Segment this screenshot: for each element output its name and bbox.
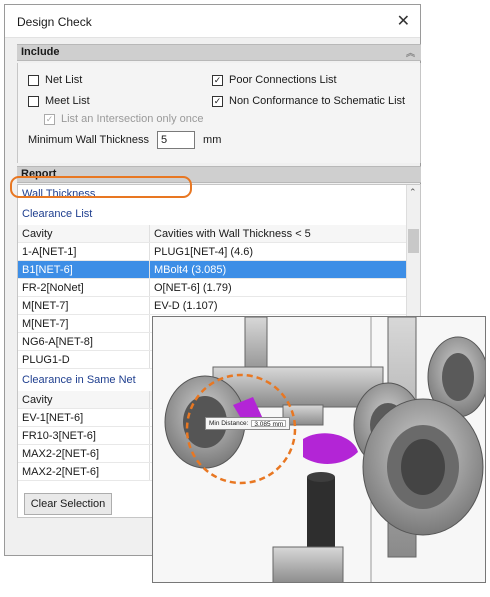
min-wall-input[interactable]: 5 [157, 131, 196, 149]
cell-cavity: MAX2-2[NET-6] [18, 445, 150, 462]
clearance-list-label: Clearance List [22, 208, 93, 220]
non-conformance-label: Non Conformance to Schematic List [229, 95, 406, 107]
wall-thickness-highlight-ring [10, 176, 192, 198]
column-header-cavity[interactable]: Cavity [18, 225, 150, 242]
table-row[interactable]: M[NET-7] EV-D (1.107) [18, 297, 406, 315]
cell-cavity: FR10-3[NET-6] [18, 427, 150, 444]
window-title: Design Check [17, 15, 92, 29]
cell-value: PLUG1[NET-4] (4.6) [154, 246, 254, 258]
checkbox-box[interactable]: ✓ [212, 95, 223, 107]
clearance-same-net-label: Clearance in Same Net [22, 374, 136, 386]
include-header-label: Include [21, 46, 60, 58]
cell-cavity: FR-2[NoNet] [18, 279, 150, 296]
tooltip-value: 3.085 mm [251, 420, 287, 428]
poor-connections-checkbox[interactable]: ✓ Poor Connections List [212, 74, 337, 86]
meet-list-label: Meet List [45, 95, 90, 107]
cell-cavity: PLUG1-D [18, 351, 150, 368]
checkbox-box: ✓ [44, 113, 55, 125]
min-wall-row: Minimum Wall Thickness 5 mm [28, 131, 221, 149]
net-list-label: Net List [45, 74, 83, 86]
cell-value: MBolt4 (3.085) [154, 264, 227, 276]
include-panel: Net List Meet List ✓ List an Intersectio… [17, 63, 421, 163]
tooltip-label: Min Distance: [209, 420, 249, 427]
title-bar: Design Check ✕ [5, 5, 420, 38]
clearance-table-header: Cavity Cavities with Wall Thickness < 5 [18, 225, 406, 243]
cell-value: O[NET-6] (1.79) [154, 282, 232, 294]
cell-value: EV-D (1.107) [154, 300, 218, 312]
non-conformance-checkbox[interactable]: ✓ Non Conformance to Schematic List [212, 95, 405, 107]
include-section-header[interactable]: Include ︽ [17, 44, 421, 61]
3d-inset-view: Min Distance: 3.085 mm [152, 316, 486, 583]
cell-cavity: 1-A[NET-1] [18, 243, 150, 260]
checkbox-box[interactable]: ✓ [212, 74, 223, 86]
scrollbar-thumb[interactable] [408, 229, 419, 253]
list-intersection-label: List an Intersection only once [61, 113, 204, 125]
min-wall-label: Minimum Wall Thickness [28, 134, 150, 146]
close-icon[interactable]: ✕ [397, 11, 410, 31]
collapse-chevrons-icon[interactable]: ︽ [406, 46, 415, 59]
chevron-up-icon[interactable]: ⌃ [409, 187, 417, 198]
table-row[interactable]: FR-2[NoNet] O[NET-6] (1.79) [18, 279, 406, 297]
checkbox-box[interactable] [28, 74, 39, 86]
column-header-cavities-wall[interactable]: Cavities with Wall Thickness < 5 [150, 225, 406, 242]
column-header-cavity[interactable]: Cavity [18, 391, 150, 408]
list-intersection-checkbox: ✓ List an Intersection only once [44, 113, 203, 125]
min-distance-tooltip: Min Distance: 3.085 mm [205, 417, 291, 430]
clear-selection-button[interactable]: Clear Selection [24, 493, 112, 515]
poor-connections-label: Poor Connections List [229, 74, 337, 86]
table-row[interactable]: 1-A[NET-1] PLUG1[NET-4] (4.6) [18, 243, 406, 261]
cell-cavity: M[NET-7] [18, 297, 150, 314]
cell-cavity: EV-1[NET-6] [18, 409, 150, 426]
checkbox-box[interactable] [28, 95, 39, 107]
clearance-list-group[interactable]: Clearance List [18, 205, 416, 223]
cell-cavity: M[NET-7] [18, 315, 150, 332]
cell-cavity: MAX2-2[NET-6] [18, 463, 150, 480]
cavity-3d-render [153, 317, 485, 582]
table-row-selected[interactable]: B1[NET-6] MBolt4 (3.085) [18, 261, 406, 279]
cell-cavity: B1[NET-6] [18, 261, 150, 278]
net-list-checkbox[interactable]: Net List [28, 74, 82, 86]
cell-cavity: NG6-A[NET-8] [18, 333, 150, 350]
min-wall-unit: mm [203, 134, 222, 146]
meet-list-checkbox[interactable]: Meet List [28, 95, 90, 107]
